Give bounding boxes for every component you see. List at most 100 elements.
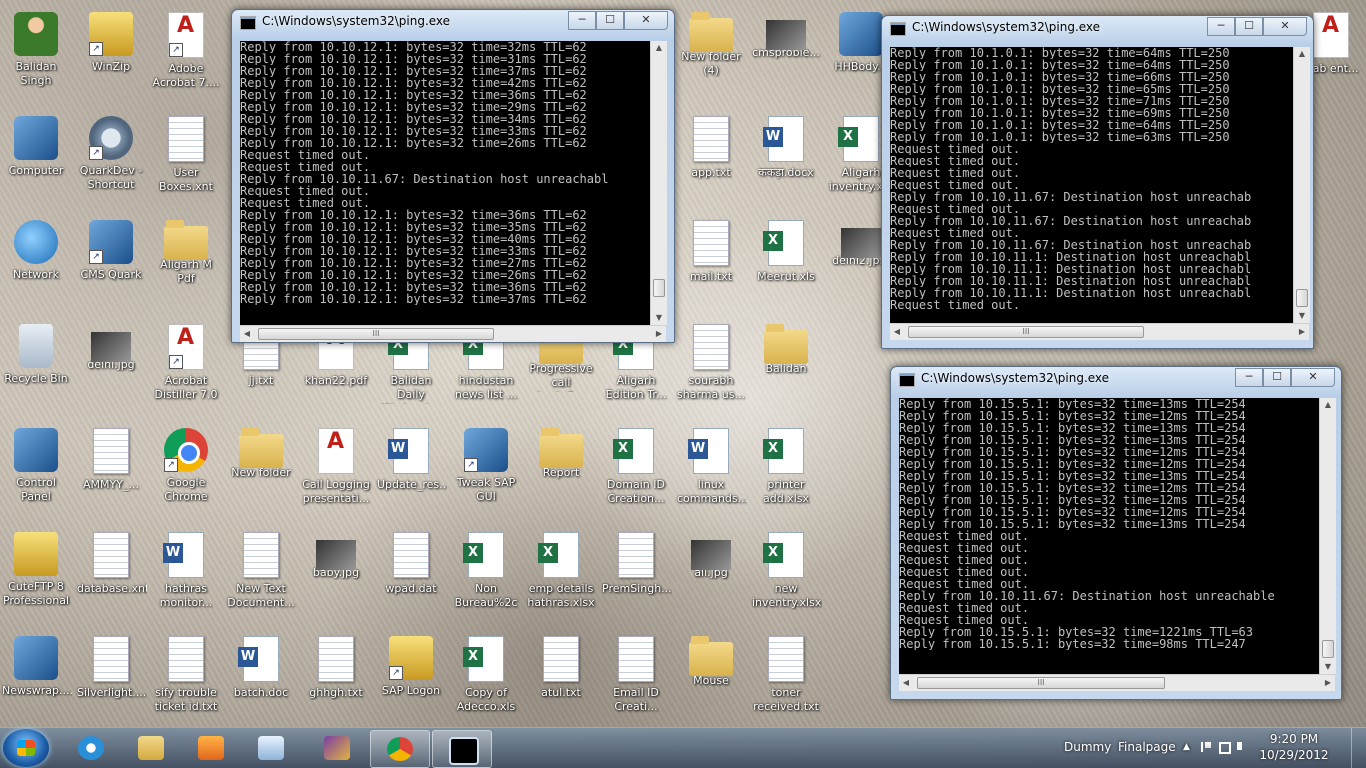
- desktop-icon[interactable]: Balidan Singh: [0, 8, 72, 106]
- scroll-up-arrow-icon[interactable]: ▲: [1320, 398, 1336, 412]
- show-desktop-button[interactable]: [1351, 728, 1366, 768]
- desktop-icon[interactable]: Recycle Bin: [0, 320, 72, 418]
- desktop-icon[interactable]: toner received.txt: [750, 632, 822, 730]
- minimize-button[interactable]: ─: [1235, 368, 1263, 387]
- desktop-icon[interactable]: ↗ QuarkDev - Shortcut: [75, 112, 147, 210]
- scroll-thumb[interactable]: [653, 279, 665, 297]
- desktop-icon[interactable]: delhi.jpg: [75, 320, 147, 418]
- scroll-thumb[interactable]: III: [908, 326, 1144, 338]
- console-output[interactable]: Reply from 10.10.12.1: bytes=32 time=32m…: [240, 41, 650, 325]
- desktop-icon[interactable]: ↗ Tweak SAP GUI: [450, 424, 522, 522]
- minimize-button[interactable]: ─: [568, 11, 596, 30]
- desktop-icon[interactable]: ↗ CMS Quark: [75, 216, 147, 314]
- desktop-icon[interactable]: Report: [525, 424, 597, 522]
- desktop-icon[interactable]: mail.txt: [675, 216, 747, 314]
- scroll-right-arrow-icon[interactable]: ▶: [652, 326, 666, 342]
- desktop-icon[interactable]: sify trouble ticket id.txt: [150, 632, 222, 730]
- scroll-left-arrow-icon[interactable]: ◀: [899, 675, 913, 691]
- scroll-down-arrow-icon[interactable]: ▼: [651, 311, 667, 325]
- scroll-right-arrow-icon[interactable]: ▶: [1295, 324, 1309, 340]
- taskbar-document-app[interactable]: [242, 730, 300, 766]
- desktop-icon[interactable]: PremSingh...: [600, 528, 672, 626]
- taskbar-cms-quark[interactable]: [308, 730, 366, 766]
- desktop-icon[interactable]: AMMYY_...: [75, 424, 147, 522]
- scroll-down-arrow-icon[interactable]: ▼: [1294, 309, 1310, 323]
- desktop-icon[interactable]: New folder (4): [675, 8, 747, 106]
- desktop-icon[interactable]: wpad.dat: [375, 528, 447, 626]
- maximize-button[interactable]: ☐: [596, 11, 624, 30]
- desktop-icon[interactable]: Control Panel: [0, 424, 72, 522]
- ping-window-1[interactable]: C:\Windows\system32\ping.exe ─ ☐ ✕ Reply…: [231, 9, 675, 343]
- ping-window-3[interactable]: C:\Windows\system32\ping.exe ─ ☐ ✕ Reply…: [890, 366, 1342, 700]
- minimize-button[interactable]: ─: [1207, 17, 1235, 36]
- scroll-up-arrow-icon[interactable]: ▲: [1294, 47, 1310, 61]
- scroll-thumb[interactable]: III: [917, 677, 1165, 689]
- desktop-icon[interactable]: all.jpg: [675, 528, 747, 626]
- desktop-icon[interactable]: Meerut.xls: [750, 216, 822, 314]
- maximize-button[interactable]: ☐: [1235, 17, 1263, 36]
- scroll-down-arrow-icon[interactable]: ▼: [1320, 660, 1336, 674]
- desktop-icon[interactable]: ककड़ा.docx: [750, 112, 822, 210]
- desktop-icon[interactable]: ghhgh.txt: [300, 632, 372, 730]
- desktop-icon[interactable]: New Text Document...: [225, 528, 297, 626]
- desktop-icon[interactable]: hathras monitor...: [150, 528, 222, 626]
- desktop-icon[interactable]: linux commands...: [675, 424, 747, 522]
- taskbar-command-prompt[interactable]: [432, 730, 492, 768]
- desktop-icon[interactable]: printer add.xlsx: [750, 424, 822, 522]
- desktop-icon[interactable]: ↗ WinZip: [75, 8, 147, 106]
- taskbar-internet-explorer[interactable]: [62, 730, 120, 766]
- ping-window-2[interactable]: C:\Windows\system32\ping.exe ─ ☐ ✕ Reply…: [881, 15, 1314, 349]
- flag-icon[interactable]: [1201, 742, 1211, 752]
- close-button[interactable]: ✕: [1263, 17, 1307, 36]
- desktop-icon[interactable]: CuteFTP 8 Professional: [0, 528, 72, 626]
- desktop-icon[interactable]: batch.doc: [225, 632, 297, 730]
- console-output[interactable]: Reply from 10.1.0.1: bytes=32 time=64ms …: [890, 47, 1293, 323]
- horizontal-scrollbar[interactable]: ◀ III ▶: [899, 674, 1335, 691]
- volume-icon[interactable]: [1237, 742, 1248, 750]
- desktop-icon[interactable]: database.xnt: [75, 528, 147, 626]
- desktop-icon[interactable]: new inventry.xlsx: [750, 528, 822, 626]
- desktop-icon[interactable]: ↗ Google Chrome: [150, 424, 222, 522]
- scroll-left-arrow-icon[interactable]: ◀: [240, 326, 254, 342]
- horizontal-scrollbar[interactable]: ◀ III ▶: [240, 325, 666, 342]
- desktop-icon[interactable]: cmsproble...: [750, 8, 822, 106]
- close-button[interactable]: ✕: [1291, 368, 1335, 387]
- taskbar-media-player[interactable]: [182, 730, 240, 766]
- show-hidden-icons-icon[interactable]: ▲: [1183, 742, 1195, 754]
- desktop-icon[interactable]: Computer: [0, 112, 72, 210]
- system-clock[interactable]: 9:20 PM 10/29/2012: [1256, 731, 1332, 763]
- toolbar-finalpage[interactable]: Finalpage: [1118, 740, 1176, 754]
- desktop-icon[interactable]: Non Bureau%2c ...: [450, 528, 522, 626]
- desktop-icon[interactable]: Aligarh M Pdf: [150, 216, 222, 314]
- close-button[interactable]: ✕: [624, 11, 668, 30]
- scroll-left-arrow-icon[interactable]: ◀: [890, 324, 904, 340]
- maximize-button[interactable]: ☐: [1263, 368, 1291, 387]
- desktop-icon[interactable]: Newswrap....: [0, 632, 72, 730]
- desktop-icon[interactable]: New folder: [225, 424, 297, 522]
- desktop-icon[interactable]: emp details hathras.xlsx: [525, 528, 597, 626]
- taskbar-google-chrome[interactable]: [370, 730, 430, 768]
- scroll-thumb[interactable]: III: [258, 328, 494, 340]
- console-output[interactable]: Reply from 10.15.5.1: bytes=32 time=13ms…: [899, 398, 1319, 674]
- desktop-icon[interactable]: atul.txt: [525, 632, 597, 730]
- vertical-scrollbar[interactable]: ▲ ▼: [1293, 47, 1310, 323]
- toolbar-dummy[interactable]: Dummy: [1064, 740, 1111, 754]
- desktop-icon[interactable]: Call Logging presentati...: [300, 424, 372, 522]
- desktop-icon[interactable]: Silverlight....: [75, 632, 147, 730]
- horizontal-scrollbar[interactable]: ◀ III ▶: [890, 323, 1309, 340]
- desktop-icon[interactable]: baby.jpg: [300, 528, 372, 626]
- taskbar-windows-explorer[interactable]: [122, 730, 180, 766]
- desktop-icon[interactable]: Update_res...: [375, 424, 447, 522]
- desktop-icon[interactable]: ↗ Adobe Acrobat 7....: [150, 8, 222, 106]
- desktop-icon[interactable]: ↗ Acrobat Distiller 7.0: [150, 320, 222, 418]
- desktop-icon[interactable]: Email ID Creati...: [600, 632, 672, 730]
- desktop-icon[interactable]: sourabh sharma us...: [675, 320, 747, 418]
- desktop-icon[interactable]: Domain ID Creation...: [600, 424, 672, 522]
- desktop-icon[interactable]: app.txt: [675, 112, 747, 210]
- scroll-thumb[interactable]: [1322, 640, 1334, 658]
- desktop-icon[interactable]: Copy of Adecco.xls: [450, 632, 522, 730]
- desktop-icon[interactable]: Balidan: [750, 320, 822, 418]
- scroll-thumb[interactable]: [1296, 289, 1308, 307]
- desktop-icon[interactable]: Network: [0, 216, 72, 314]
- start-button[interactable]: [3, 729, 49, 767]
